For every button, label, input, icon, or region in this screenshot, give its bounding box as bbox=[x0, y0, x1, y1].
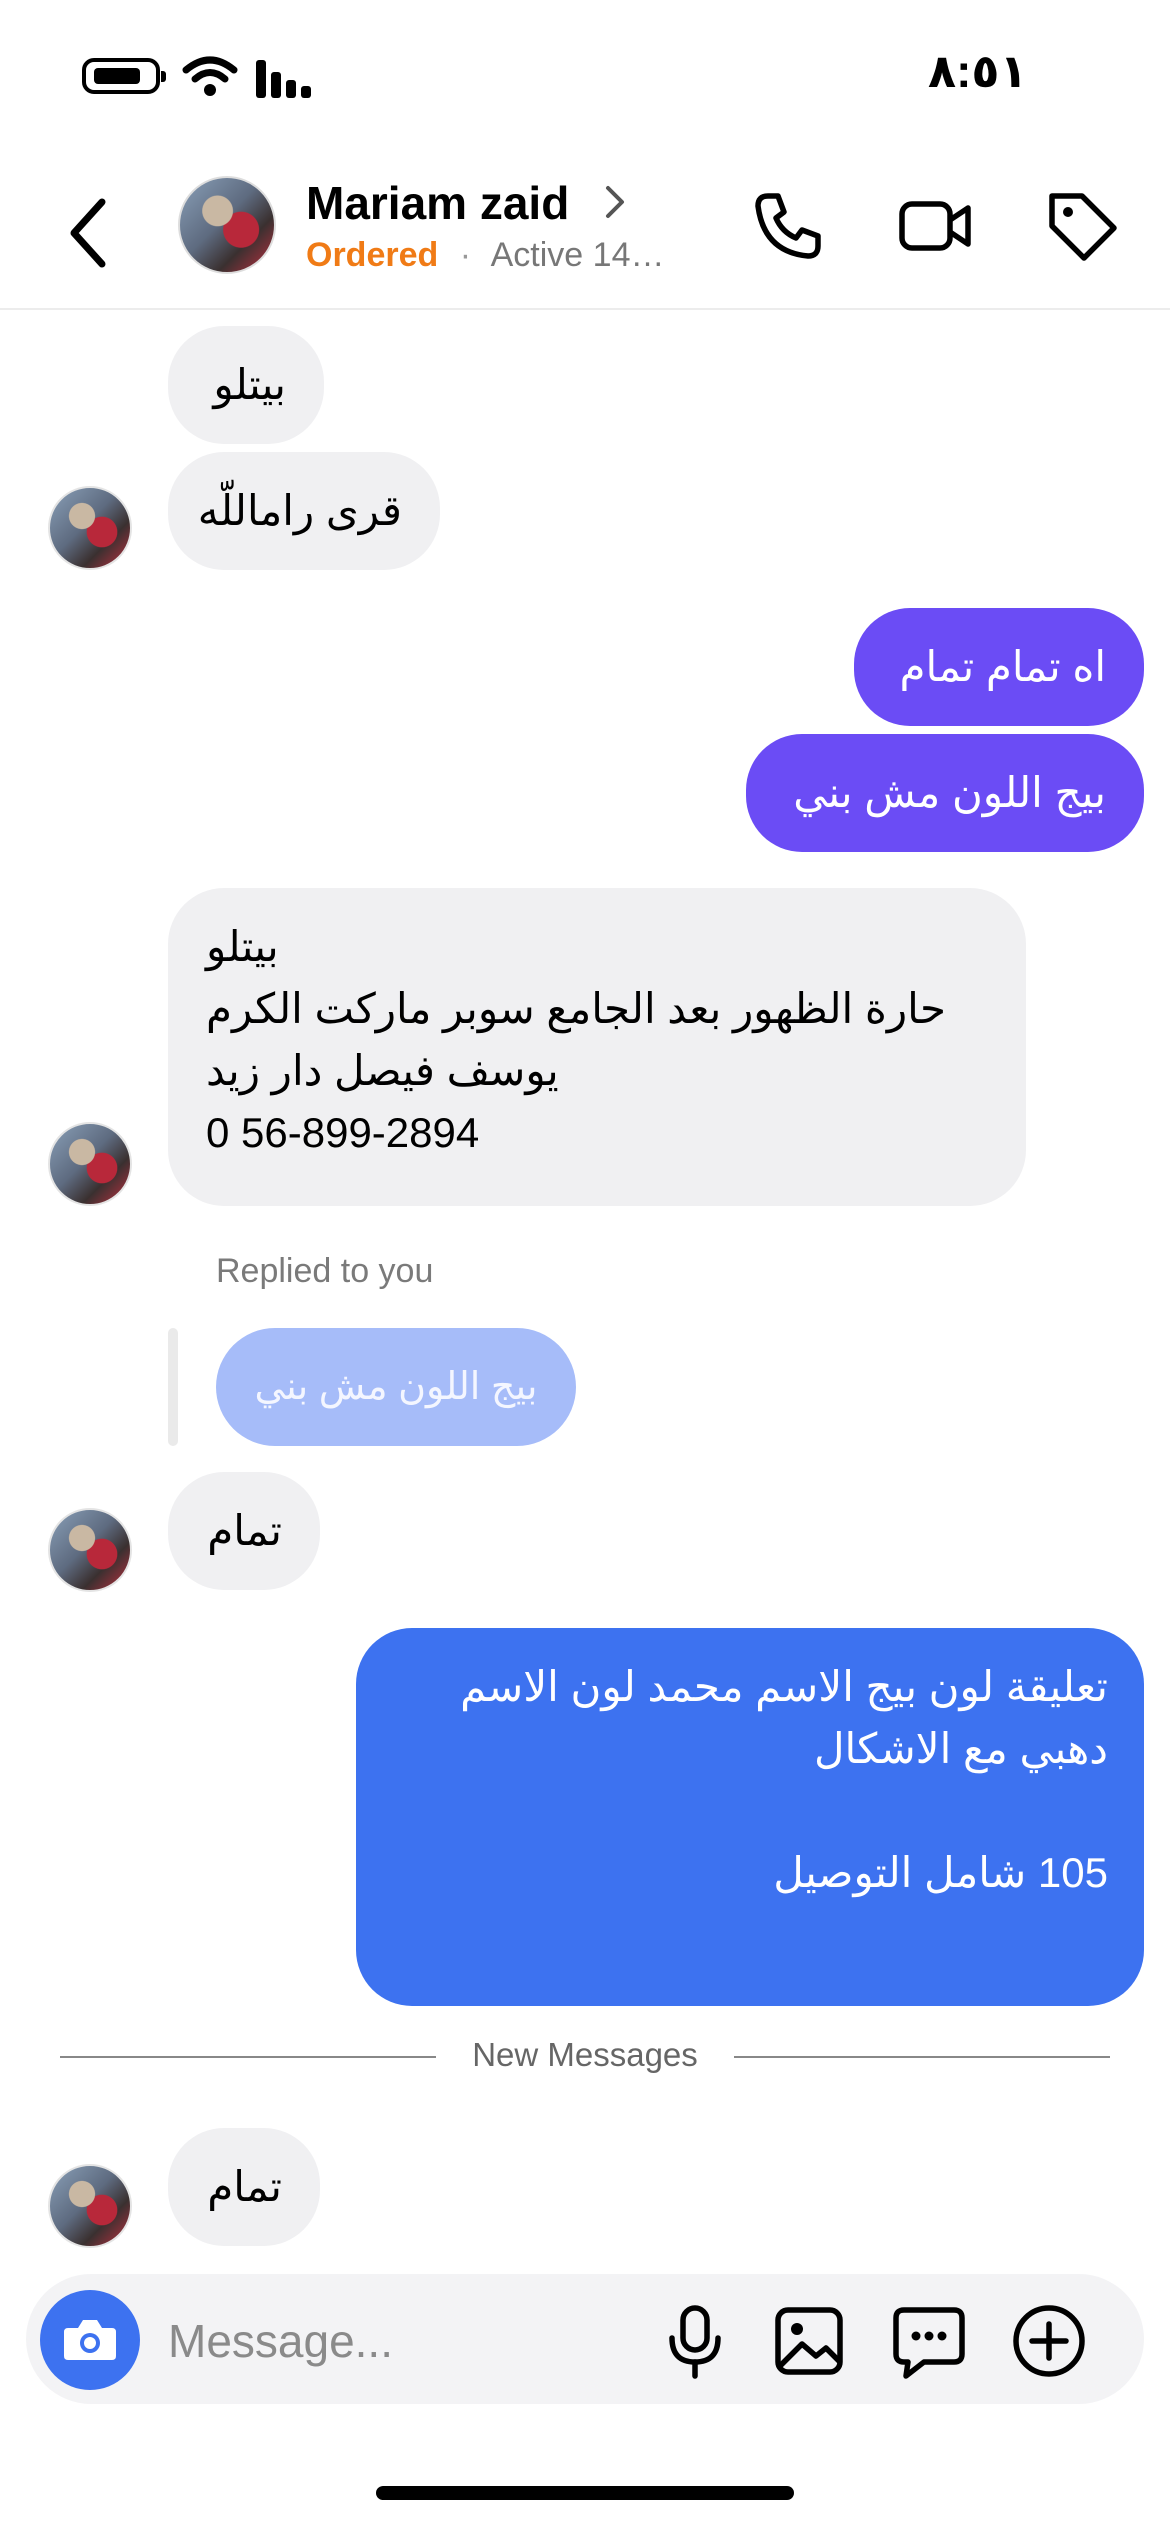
home-indicator[interactable] bbox=[376, 2486, 794, 2500]
message-outgoing[interactable]: بيج اللون مش بني bbox=[746, 734, 1144, 852]
chat-header bbox=[0, 160, 1170, 310]
sender-avatar[interactable] bbox=[48, 1122, 132, 1206]
message-line: تعليقة لون بيج الاسم محمد لون الاسم bbox=[460, 1663, 1108, 1710]
message-text: بيتلو bbox=[213, 361, 286, 408]
image-icon[interactable] bbox=[764, 2296, 854, 2386]
wifi-icon bbox=[182, 56, 238, 96]
message-input[interactable] bbox=[166, 2300, 610, 2382]
message-incoming[interactable]: بيتلو bbox=[168, 326, 324, 444]
new-messages-text: New Messages bbox=[472, 2036, 698, 2073]
divider-line bbox=[734, 2056, 1110, 2058]
message-line: حارة الظهور بعد الجامع سوبر ماركت الكرم bbox=[206, 985, 946, 1032]
message-line: 105 شامل التوصيل bbox=[773, 1849, 1108, 1896]
camera-button[interactable] bbox=[40, 2290, 140, 2390]
microphone-icon[interactable] bbox=[650, 2296, 740, 2386]
message-line: 0 56-899-2894 bbox=[206, 1109, 480, 1156]
avatar[interactable] bbox=[178, 176, 276, 274]
status-time: ٨:٥١ bbox=[928, 45, 1028, 97]
reply-bar bbox=[168, 1328, 178, 1446]
contact-status: Ordered · Active 14… bbox=[306, 236, 664, 275]
new-messages-label: New Messages bbox=[0, 2036, 1170, 2074]
back-icon[interactable] bbox=[58, 188, 118, 278]
replied-label: Replied to you bbox=[216, 1252, 434, 1290]
message-line: دهبي مع الاشكال bbox=[813, 1725, 1108, 1772]
message-line: يوسف فيصل دار زيد bbox=[206, 1047, 559, 1094]
message-line bbox=[392, 1780, 1108, 1842]
sender-avatar[interactable] bbox=[48, 1508, 132, 1592]
video-icon[interactable] bbox=[896, 186, 976, 266]
phone-icon[interactable] bbox=[748, 186, 828, 266]
chevron-right-icon[interactable] bbox=[600, 182, 630, 222]
sender-avatar[interactable] bbox=[48, 2164, 132, 2248]
contact-name[interactable]: Mariam zaid bbox=[306, 176, 569, 230]
message-line: بيتلو bbox=[206, 923, 279, 970]
message-incoming[interactable]: بيتلو حارة الظهور بعد الجامع سوبر ماركت … bbox=[168, 888, 1026, 1206]
plus-icon[interactable] bbox=[1004, 2296, 1094, 2386]
message-text: اه تمام تمام bbox=[899, 643, 1106, 690]
order-status-badge: Ordered bbox=[306, 236, 439, 274]
message-text: قرى راماللّه bbox=[197, 487, 402, 534]
message-outgoing[interactable]: تعليقة لون بيج الاسم محمد لون الاسم دهبي… bbox=[356, 1628, 1144, 2006]
sticker-icon[interactable] bbox=[884, 2296, 974, 2386]
sender-avatar[interactable] bbox=[48, 486, 132, 570]
status-separator: · bbox=[459, 236, 472, 274]
battery-icon bbox=[82, 58, 166, 94]
message-text: تمام bbox=[207, 1507, 282, 1554]
camera-icon bbox=[64, 2320, 116, 2360]
message-outgoing[interactable]: اه تمام تمام bbox=[854, 608, 1144, 726]
message-text: بيج اللون مش بني bbox=[793, 769, 1106, 816]
message-text: تمام bbox=[207, 2163, 282, 2210]
message-incoming[interactable]: تمام bbox=[168, 1472, 320, 1590]
signal-icon bbox=[256, 60, 316, 98]
message-incoming[interactable]: قرى راماللّه bbox=[168, 452, 440, 570]
reply-quote[interactable]: بيج اللون مش بني bbox=[216, 1328, 576, 1446]
message-incoming[interactable]: تمام bbox=[168, 2128, 320, 2246]
active-status: Active 14… bbox=[490, 236, 665, 274]
tag-icon[interactable] bbox=[1042, 186, 1122, 266]
